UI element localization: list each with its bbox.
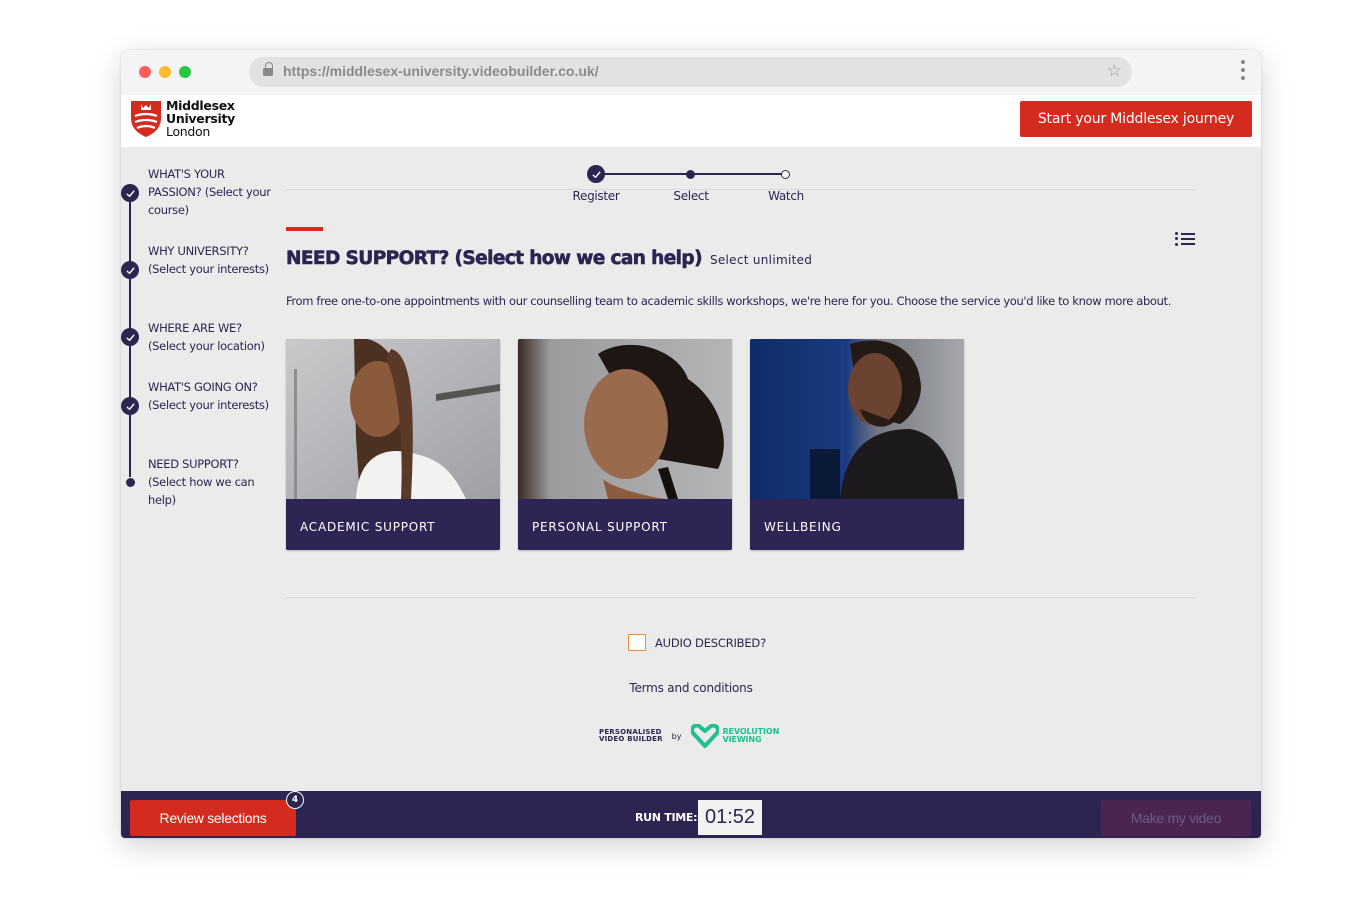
- runtime-label: RUN TIME:: [635, 811, 698, 824]
- audio-described-checkbox[interactable]: [628, 634, 646, 651]
- stepper-register-check-icon: [587, 165, 605, 183]
- runtime-value: 01:52: [698, 800, 762, 835]
- browser-window: https://middlesex-university.videobuilde…: [121, 50, 1261, 838]
- support-options: ACADEMIC SUPPORT PERSONAL SUPPORT WELLBE…: [286, 339, 964, 550]
- card-caption: PERSONAL SUPPORT: [518, 499, 732, 550]
- url-text[interactable]: https://middlesex-university.videobuilde…: [283, 63, 599, 79]
- selection-count-badge: 4: [286, 791, 304, 809]
- progress-stepper: Register Select Watch: [561, 163, 821, 213]
- stepper-label-select: Select: [673, 189, 709, 203]
- bottom-action-bar: Review selections 4 RUN TIME: 01:52 Make…: [121, 791, 1261, 838]
- revolution-viewing-heart-icon: [691, 724, 720, 748]
- middlesex-logo[interactable]: Middlesex University London: [129, 98, 235, 138]
- revolution-viewing-logo: REVOLUTION VIEWING: [722, 727, 780, 744]
- lock-icon: [263, 62, 273, 77]
- personal-support-photo: [518, 339, 732, 499]
- sidebar-steps: WHAT'S YOUR PASSION? (Select your course…: [121, 147, 281, 747]
- card-label: PERSONAL SUPPORT: [532, 520, 668, 534]
- close-window-button[interactable]: [139, 66, 151, 78]
- check-icon: [121, 328, 139, 346]
- section-title: NEED SUPPORT? (Select how we can help): [286, 248, 703, 270]
- sidebar-step-label: NEED SUPPORT? (Select how we can help): [148, 457, 255, 507]
- shield-crest-icon: [131, 101, 161, 137]
- browser-toolbar: https://middlesex-university.videobuilde…: [121, 50, 1261, 95]
- divider: [286, 189, 1196, 190]
- make-my-video-button[interactable]: Make my video: [1101, 800, 1251, 836]
- wellbeing-photo: [750, 339, 964, 499]
- sidebar-step-label: WHY UNIVERSITY? (Select your interests): [148, 244, 269, 276]
- selection-hint: Select unlimited: [709, 253, 813, 267]
- current-step-dot-icon: [125, 478, 135, 487]
- browser-menu-icon[interactable]: [1241, 60, 1245, 84]
- review-selections-button[interactable]: Review selections: [130, 800, 296, 836]
- terms-link[interactable]: Terms and conditions: [121, 681, 1261, 695]
- section-heading: NEED SUPPORT? (Select how we can help) S…: [286, 248, 813, 270]
- address-bar[interactable]: https://middlesex-university.videobuilde…: [249, 57, 1132, 87]
- list-view-icon[interactable]: [1175, 231, 1195, 247]
- card-label: ACADEMIC SUPPORT: [300, 520, 436, 534]
- minimize-window-button[interactable]: [159, 66, 171, 78]
- card-caption: WELLBEING: [750, 499, 964, 550]
- by-text: by: [671, 731, 682, 741]
- card-caption: ACADEMIC SUPPORT: [286, 499, 500, 550]
- check-icon: [121, 184, 139, 202]
- accent-bar: [286, 227, 323, 231]
- stepper-label-register: Register: [572, 189, 620, 203]
- option-card-wellbeing[interactable]: WELLBEING: [750, 339, 964, 550]
- sidebar-step-label: WHAT'S GOING ON? (Select your interests): [148, 380, 269, 412]
- personalised-video-builder-logo: PERSONALISED VIDEO BUILDER: [599, 727, 663, 743]
- maximize-window-button[interactable]: [179, 66, 191, 78]
- check-icon: [121, 261, 139, 279]
- check-icon: [121, 397, 139, 415]
- start-journey-button[interactable]: Start your Middlesex journey: [1020, 101, 1252, 137]
- stepper-label-watch: Watch: [768, 189, 804, 203]
- sidebar-step-label: WHERE ARE WE? (Select your location): [148, 321, 265, 353]
- site-header: Middlesex University London Start your M…: [121, 95, 1261, 147]
- audio-described-toggle[interactable]: AUDIO DESCRIBED?: [628, 634, 766, 651]
- stepper-watch-circle-icon: [781, 170, 790, 179]
- sidebar-step-label: WHAT'S YOUR PASSION? (Select your course…: [148, 167, 271, 217]
- logo-wordmark: Middlesex University London: [166, 97, 235, 139]
- audio-described-label: AUDIO DESCRIBED?: [655, 635, 766, 650]
- section-intro: From free one-to-one appointments with o…: [286, 294, 1171, 308]
- stepper-select-dot-icon: [686, 170, 695, 179]
- divider: [286, 597, 1196, 598]
- bookmark-star-icon[interactable]: ☆: [1107, 61, 1122, 81]
- option-card-academic-support[interactable]: ACADEMIC SUPPORT: [286, 339, 500, 550]
- card-label: WELLBEING: [764, 520, 842, 534]
- powered-by-logos: PERSONALISED VIDEO BUILDER by REVOLUTION…: [599, 724, 779, 748]
- option-card-personal-support[interactable]: PERSONAL SUPPORT: [518, 339, 732, 550]
- academic-support-photo: [286, 339, 500, 499]
